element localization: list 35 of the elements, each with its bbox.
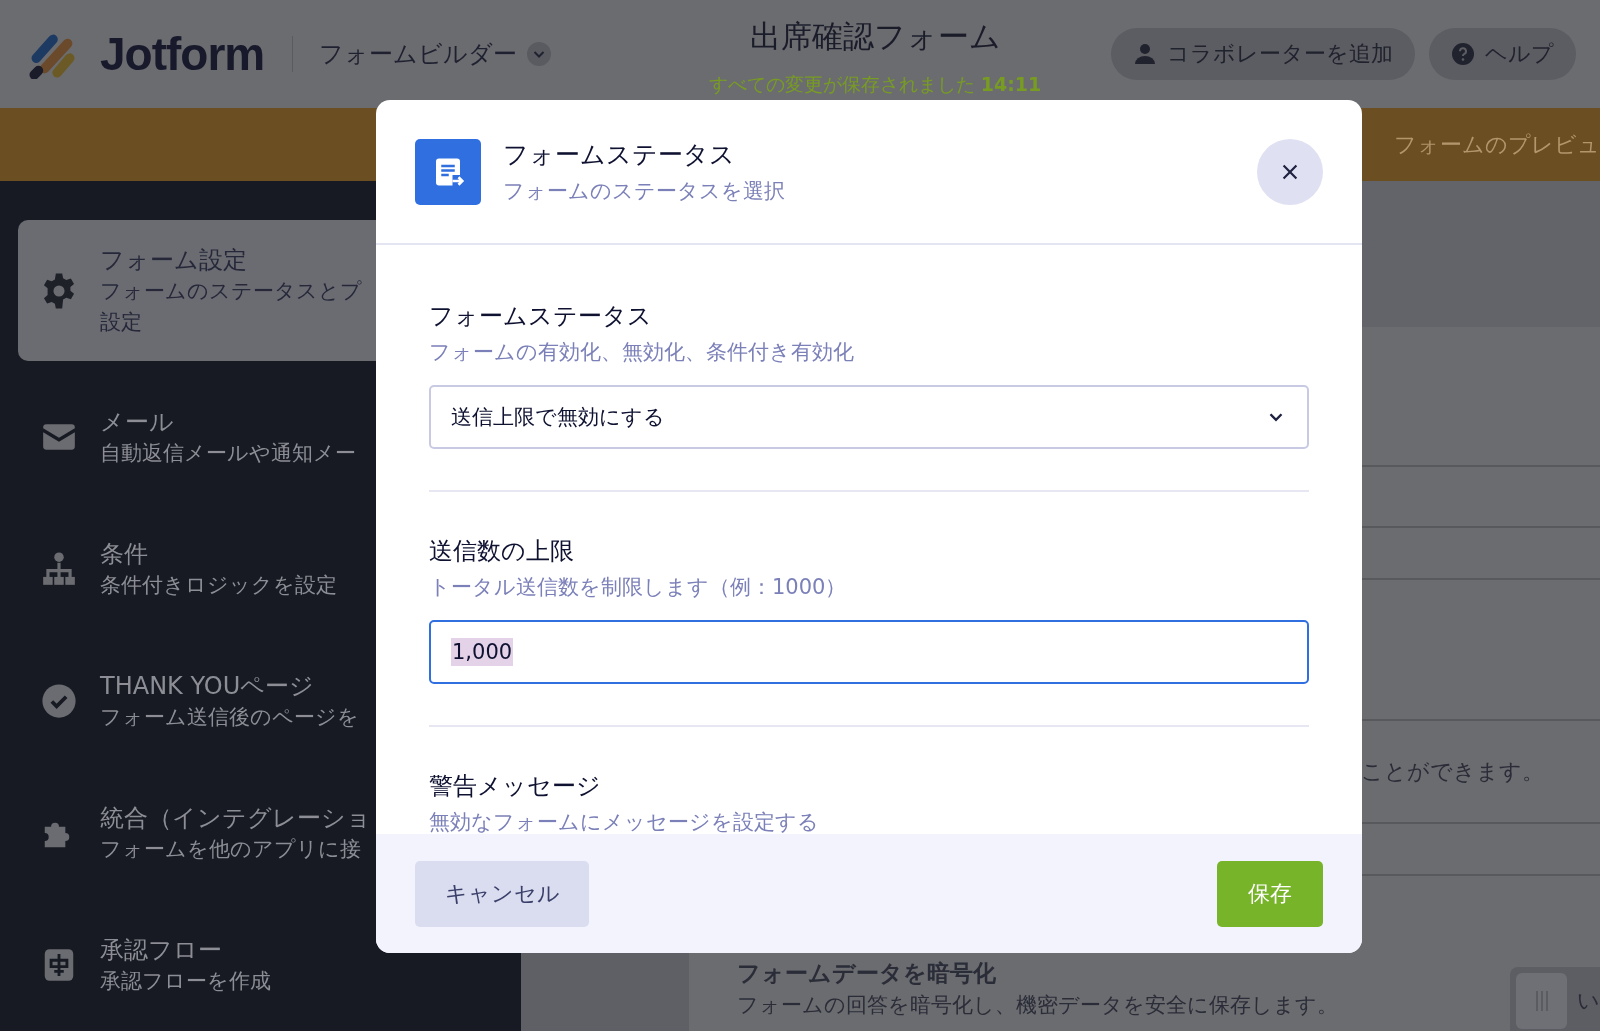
field-label: 送信数の上限 <box>429 536 575 567</box>
item-description: 自動返信メールや通知メー <box>100 439 356 467</box>
person-icon <box>1133 42 1157 66</box>
chevron-down-icon <box>527 42 552 66</box>
item-description: 設定 <box>100 308 143 336</box>
field-description: 無効なフォームにメッセージを設定する <box>429 809 820 834</box>
limit-input[interactable]: 1,000 <box>429 620 1309 684</box>
status-dropdown[interactable]: 送信上限で無効にする <box>429 385 1309 449</box>
check-circle-icon <box>40 682 78 721</box>
item-description: 条件付きロジックを設定 <box>100 571 337 599</box>
save-status: すべての変更が保存されました 14:11 <box>708 72 1042 97</box>
item-description: フォーム送信後のページを <box>100 703 359 731</box>
item-title: THANK YOUページ <box>100 670 316 702</box>
setting-title: フォームデータを暗号化 <box>737 959 997 987</box>
cancel-button[interactable]: キャンセル <box>415 860 589 927</box>
dialog-title: フォームステータス <box>503 139 736 171</box>
builder-menu[interactable]: フォームビルダー <box>319 38 552 70</box>
field-label: 警告メッセージ <box>429 771 602 802</box>
item-title: フォーム設定 <box>100 244 248 276</box>
logo-text: Jotform <box>100 27 265 81</box>
setting-note: ことができます。 <box>1361 757 1544 786</box>
item-description: 承認フローを作成 <box>100 967 271 995</box>
item-description: フォームのステータスとプ <box>100 277 362 305</box>
item-title: メール <box>100 406 175 438</box>
text-selection: 1,000 <box>451 638 514 666</box>
item-description: フォームを他のアプリに接 <box>100 835 362 863</box>
setting-description: フォームの回答を暗号化し、機密データを安全に保存します。 <box>737 992 1338 1019</box>
item-title: 統合（インテグレーショ <box>100 802 371 834</box>
preview-link[interactable]: フォームのプレビュ <box>1394 129 1600 160</box>
form-title: 出席確認フォーム <box>749 17 1001 56</box>
dialog-subtitle: フォームのステータスを選択 <box>503 178 786 205</box>
item-title: 承認フロー <box>100 934 223 966</box>
field-description: トータル送信数を制限します（例：1000） <box>429 574 848 601</box>
help-icon <box>1451 42 1475 66</box>
item-title: 条件 <box>100 538 149 570</box>
